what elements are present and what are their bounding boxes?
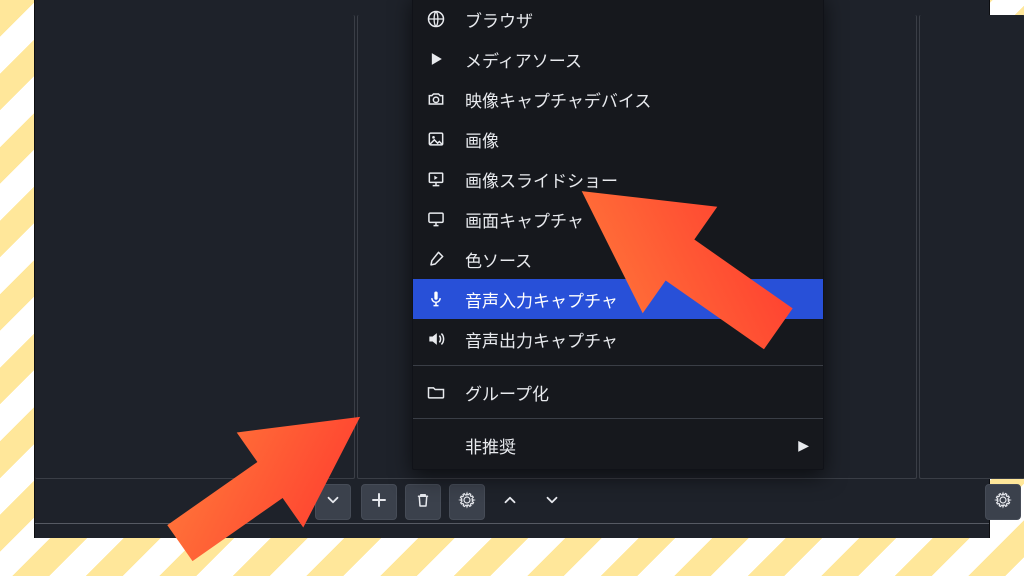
slideshow-icon — [425, 168, 447, 190]
panel-right — [919, 15, 1024, 523]
plus-icon — [370, 491, 388, 514]
menu-item-audio-input[interactable]: 音声入力キャプチャ — [413, 279, 823, 319]
menu-item-media-source[interactable]: メディアソース — [413, 39, 823, 79]
menu-item-label: 画面キャプチャ — [465, 207, 584, 232]
add-source-button[interactable] — [361, 484, 397, 520]
source-up-button[interactable] — [493, 485, 527, 519]
remove-source-button[interactable] — [405, 484, 441, 520]
camera-icon — [425, 88, 447, 110]
add-source-menu: ブラウザ メディアソース 映像キャプチャデバイス 画像 画像スライドショー 画面… — [412, 0, 824, 470]
submenu-arrow-icon: ▶ — [798, 437, 809, 454]
menu-item-color-source[interactable]: 色ソース — [413, 239, 823, 279]
right-settings-button[interactable] — [985, 484, 1021, 520]
menu-item-label: メディアソース — [465, 47, 582, 72]
brush-icon — [425, 248, 447, 270]
panel-right-toolbar — [919, 481, 1024, 523]
panel-scenes-body[interactable] — [35, 15, 355, 479]
chevron-up-icon — [501, 491, 519, 514]
panel-scenes — [35, 15, 355, 523]
menu-item-label: 画像スライドショー — [465, 167, 618, 192]
menu-item-browser[interactable]: ブラウザ — [413, 0, 823, 39]
menu-separator — [413, 365, 823, 366]
menu-item-slideshow[interactable]: 画像スライドショー — [413, 159, 823, 199]
menu-item-label: 色ソース — [465, 247, 532, 272]
menu-item-label: 非推奨 — [465, 433, 516, 458]
panel-sources-toolbar — [357, 481, 917, 523]
scene-down-button[interactable] — [315, 484, 351, 520]
play-icon — [425, 48, 447, 70]
menu-item-label: 画像 — [465, 127, 499, 152]
chevron-down-icon — [543, 491, 561, 514]
menu-item-label: 音声入力キャプチャ — [465, 287, 618, 312]
menu-item-deprecated[interactable]: 非推奨 ▶ — [413, 425, 823, 465]
menu-item-label: 音声出力キャプチャ — [465, 327, 618, 352]
folder-icon — [425, 381, 447, 403]
monitor-icon — [425, 208, 447, 230]
menu-item-group[interactable]: グループ化 — [413, 372, 823, 412]
source-settings-button[interactable] — [449, 484, 485, 520]
chevron-down-icon — [324, 491, 342, 514]
gear-icon — [994, 491, 1012, 514]
globe-icon — [425, 8, 447, 30]
app-window: い。 — [34, 0, 990, 538]
panel-scenes-toolbar — [35, 481, 355, 523]
panel-right-body[interactable] — [919, 15, 1024, 479]
menu-item-label: グループ化 — [465, 380, 549, 405]
menu-item-label: 映像キャプチャデバイス — [465, 87, 651, 112]
speaker-icon — [425, 328, 447, 350]
gear-icon — [458, 491, 476, 514]
menu-item-image[interactable]: 画像 — [413, 119, 823, 159]
menu-item-label: ブラウザ — [465, 7, 533, 32]
menu-item-display-capture[interactable]: 画面キャプチャ — [413, 199, 823, 239]
trash-icon — [414, 491, 432, 514]
blank-icon — [425, 434, 447, 456]
menu-item-audio-output[interactable]: 音声出力キャプチャ — [413, 319, 823, 359]
menu-item-video-capture[interactable]: 映像キャプチャデバイス — [413, 79, 823, 119]
image-icon — [425, 128, 447, 150]
menu-separator — [413, 418, 823, 419]
source-down-button[interactable] — [535, 485, 569, 519]
microphone-icon — [425, 288, 447, 310]
horizontal-splitter[interactable] — [35, 523, 989, 524]
